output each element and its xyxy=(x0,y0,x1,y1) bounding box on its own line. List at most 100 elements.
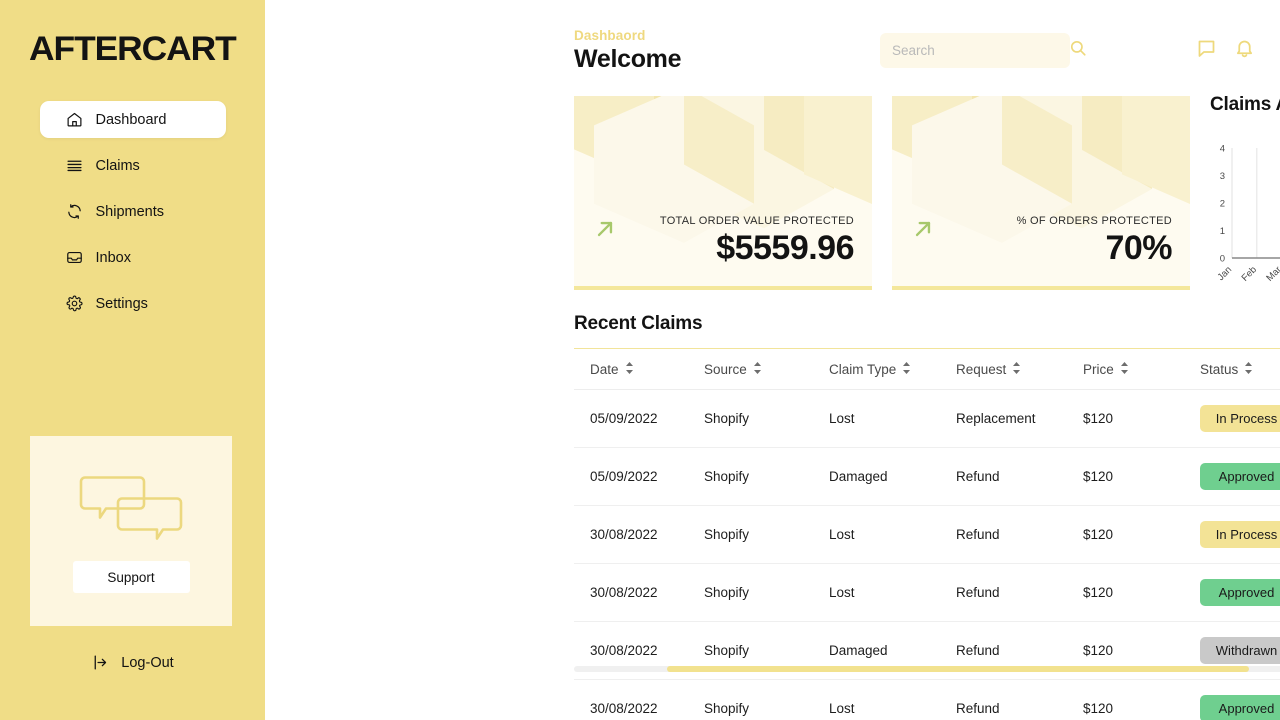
inbox-icon xyxy=(66,249,83,266)
svg-text:Jan: Jan xyxy=(1216,264,1235,283)
stat-label: % OF ORDERS PROTECTED xyxy=(1017,215,1172,227)
cell-date: 05/09/2022 xyxy=(574,448,704,506)
sidebar-item-label: Inbox xyxy=(96,250,131,266)
column-label: Request xyxy=(956,362,1006,377)
sort-icon[interactable] xyxy=(626,362,633,377)
svg-text:Feb: Feb xyxy=(1240,264,1259,283)
main-content: Dashbaord Welcome xyxy=(265,0,1280,720)
sort-icon[interactable] xyxy=(1245,362,1252,377)
table-row[interactable]: 30/08/2022ShopifyLostRefund$120Approved xyxy=(574,564,1280,622)
sidebar-item-shipments[interactable]: Shipments xyxy=(40,193,226,230)
column-label: Source xyxy=(704,362,747,377)
sidebar-item-label: Claims xyxy=(96,158,140,174)
table-row[interactable]: 30/08/2022ShopifyLostRefund$120Approved xyxy=(574,680,1280,720)
gear-icon xyxy=(66,295,83,312)
claims-analytics-chart: 01234JanFebMarAprMayJunJulAugSepOctNovDe… xyxy=(1210,140,1280,305)
app-root: AFTERCART Dashboard Claims Shipments xyxy=(0,0,1280,720)
list-icon xyxy=(66,157,83,174)
header-icons xyxy=(1196,38,1255,59)
cell-price: $120 xyxy=(1083,390,1200,448)
logout-button[interactable]: Log-Out xyxy=(0,654,265,671)
cell-status: Approved xyxy=(1200,448,1280,506)
status-badge: In Process xyxy=(1200,521,1280,548)
sort-icon[interactable] xyxy=(903,362,910,377)
table-header-row: Date Source Claim Type Request Price Sta… xyxy=(574,349,1280,390)
table-scrollbar-thumb[interactable] xyxy=(667,666,1249,672)
chat-bubbles-icon xyxy=(72,469,190,543)
stat-cards: TOTAL ORDER VALUE PROTECTED $5559.96 xyxy=(574,96,1190,290)
bell-icon[interactable] xyxy=(1234,38,1255,59)
cell-claim-type: Lost xyxy=(829,390,956,448)
sidebar-item-label: Dashboard xyxy=(96,112,167,128)
home-icon xyxy=(66,111,83,128)
column-header-status[interactable]: Status xyxy=(1200,349,1280,390)
sort-icon[interactable] xyxy=(1121,362,1128,377)
cell-request: Refund xyxy=(956,680,1083,720)
cell-source: Shopify xyxy=(704,506,829,564)
chart-header: Claims Analytics Year xyxy=(1210,94,1280,116)
cell-status: Approved xyxy=(1200,564,1280,622)
cell-date: 05/09/2022 xyxy=(574,390,704,448)
cell-source: Shopify xyxy=(704,390,829,448)
sidebar-item-dashboard[interactable]: Dashboard xyxy=(40,101,226,138)
sidebar: AFTERCART Dashboard Claims Shipments xyxy=(0,0,265,720)
logout-label: Log-Out xyxy=(121,655,173,671)
search-input[interactable] xyxy=(892,43,1069,58)
svg-text:Mar: Mar xyxy=(1264,264,1280,283)
arrow-up-right-icon xyxy=(592,216,618,242)
chart-title: Claims Analytics xyxy=(1210,94,1280,116)
column-header-claim-type[interactable]: Claim Type xyxy=(829,349,956,390)
table-row[interactable]: 30/08/2022ShopifyLostRefund$120In Proces… xyxy=(574,506,1280,564)
column-header-source[interactable]: Source xyxy=(704,349,829,390)
sort-icon[interactable] xyxy=(754,362,761,377)
cell-status: In Process xyxy=(1200,506,1280,564)
cell-price: $120 xyxy=(1083,448,1200,506)
column-label: Claim Type xyxy=(829,362,896,377)
page-title: Welcome xyxy=(574,45,681,74)
cell-claim-type: Lost xyxy=(829,506,956,564)
sidebar-item-settings[interactable]: Settings xyxy=(40,285,226,322)
cell-request: Refund xyxy=(956,448,1083,506)
column-header-request[interactable]: Request xyxy=(956,349,1083,390)
stat-card-percent-orders-protected: % OF ORDERS PROTECTED 70% xyxy=(892,96,1190,290)
sidebar-item-claims[interactable]: Claims xyxy=(40,147,226,184)
cell-date: 30/08/2022 xyxy=(574,564,704,622)
breadcrumb: Dashbaord xyxy=(574,28,681,43)
table-row[interactable]: 05/09/2022ShopifyDamagedRefund$120Approv… xyxy=(574,448,1280,506)
sidebar-item-label: Shipments xyxy=(96,204,165,220)
sidebar-item-label: Settings xyxy=(96,296,148,312)
logout-icon xyxy=(91,654,108,671)
table-row[interactable]: 05/09/2022ShopifyLostReplacement$120In P… xyxy=(574,390,1280,448)
cell-date: 30/08/2022 xyxy=(574,680,704,720)
stat-value: 70% xyxy=(1017,229,1172,268)
svg-text:3: 3 xyxy=(1220,171,1225,182)
stat-value: $5559.96 xyxy=(660,229,854,268)
sidebar-nav: Dashboard Claims Shipments Inbox xyxy=(0,101,265,331)
svg-text:4: 4 xyxy=(1220,144,1225,155)
status-badge: Withdrawn xyxy=(1200,637,1280,664)
cell-source: Shopify xyxy=(704,564,829,622)
cell-claim-type: Damaged xyxy=(829,448,956,506)
search-icon[interactable] xyxy=(1069,39,1087,62)
cell-source: Shopify xyxy=(704,448,829,506)
stat-text: % OF ORDERS PROTECTED 70% xyxy=(1017,215,1172,268)
svg-text:0: 0 xyxy=(1220,254,1225,265)
support-button[interactable]: Support xyxy=(73,561,190,593)
column-label: Price xyxy=(1083,362,1114,377)
support-card: Support xyxy=(30,436,232,626)
column-header-price[interactable]: Price xyxy=(1083,349,1200,390)
cell-price: $120 xyxy=(1083,506,1200,564)
table-scrollbar-track[interactable] xyxy=(574,666,1280,672)
sidebar-item-inbox[interactable]: Inbox xyxy=(40,239,226,276)
cell-price: $120 xyxy=(1083,564,1200,622)
page-header: Dashbaord Welcome xyxy=(574,28,681,74)
chat-icon[interactable] xyxy=(1196,38,1217,59)
column-header-date[interactable]: Date xyxy=(574,349,704,390)
search-box[interactable] xyxy=(880,33,1070,68)
sort-icon[interactable] xyxy=(1013,362,1020,377)
refresh-icon xyxy=(66,203,83,220)
app-logo: AFTERCART xyxy=(29,30,236,69)
cell-price: $120 xyxy=(1083,680,1200,720)
svg-text:2: 2 xyxy=(1220,199,1225,210)
status-badge: Approved xyxy=(1200,695,1280,720)
